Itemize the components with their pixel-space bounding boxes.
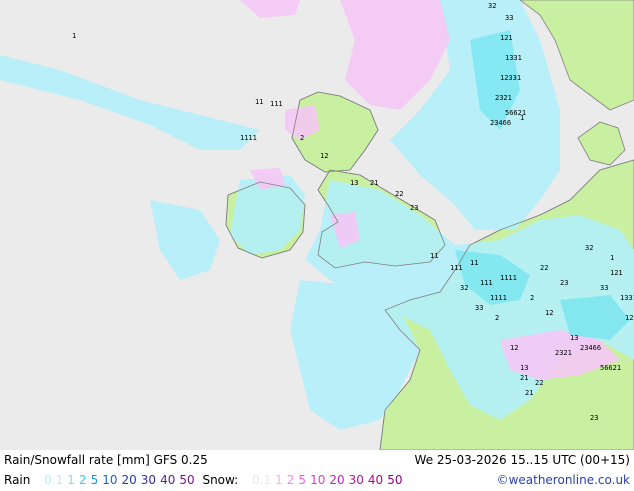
precip-mark: 12 bbox=[545, 309, 553, 317]
precip-mark: 2 bbox=[530, 294, 534, 302]
rain-legend-value: 1 bbox=[67, 473, 75, 487]
precip-mark: 13 bbox=[520, 364, 528, 372]
rain-legend-value: 10 bbox=[102, 473, 118, 487]
snow-legend-value: 1 bbox=[275, 473, 283, 487]
rain-legend-value: 0.1 bbox=[44, 473, 64, 487]
precip-mark: 12 bbox=[320, 152, 328, 160]
credit-link[interactable]: ©weatheronline.co.uk bbox=[497, 473, 630, 487]
precip-mark: 21 bbox=[370, 179, 378, 187]
precip-mark: 23 bbox=[410, 204, 418, 212]
precip-mark: 111 bbox=[480, 279, 493, 287]
rain-legend-label: Rain bbox=[4, 473, 31, 487]
precip-mark: 1111 bbox=[490, 294, 507, 302]
snow-legend-label: Snow: bbox=[202, 473, 239, 487]
precip-mark: 111 bbox=[450, 264, 463, 272]
precip-mark: 12331 bbox=[500, 74, 521, 82]
precip-mark: 56621 bbox=[600, 364, 621, 372]
precip-mark: 22 bbox=[395, 190, 403, 198]
precip-mark: 2 bbox=[300, 134, 304, 142]
rain-legend-value: 40 bbox=[160, 473, 176, 487]
precip-mark: 32 bbox=[488, 2, 496, 10]
precip-mark: 13 bbox=[570, 334, 578, 342]
snow-legend: 0.1 1 2 5 10 20 30 40 50 bbox=[252, 473, 406, 487]
precip-mark: 111 bbox=[270, 100, 283, 108]
precip-mark: 23 bbox=[560, 279, 568, 287]
precip-mark: 33 bbox=[600, 284, 608, 292]
snow-legend-value: 30 bbox=[348, 473, 364, 487]
snow-legend-value: 2 bbox=[286, 473, 295, 487]
map-footer: Rain/Snowfall rate [mm] GFS 0.25 We 25-0… bbox=[0, 450, 634, 490]
rain-legend-value: 5 bbox=[90, 473, 99, 487]
snow-legend-value: 5 bbox=[298, 473, 307, 487]
precip-mark: 23466 bbox=[580, 344, 601, 352]
precip-mark: 11 bbox=[430, 252, 438, 260]
precip-mark: 33 bbox=[505, 14, 513, 22]
precip-mark: 22 bbox=[540, 264, 548, 272]
precip-mark: 1111 bbox=[240, 134, 257, 142]
precip-mark: 23 bbox=[590, 414, 598, 422]
precip-mark: 11 bbox=[255, 98, 263, 106]
snow-legend-value: 0.1 bbox=[252, 473, 272, 487]
snow-legend-value: 50 bbox=[387, 473, 403, 487]
precip-mark: 21 bbox=[525, 389, 533, 397]
precip-mark: 13 bbox=[350, 179, 358, 187]
precip-mark: 1331 bbox=[505, 54, 522, 62]
rain-legend-value: 2 bbox=[78, 473, 87, 487]
precip-mark: 2321 bbox=[555, 349, 572, 357]
precip-mark: 22 bbox=[535, 379, 543, 387]
snow-legend-value: 10 bbox=[310, 473, 326, 487]
precip-mark: 121 bbox=[500, 34, 513, 42]
rain-legend-value: 30 bbox=[140, 473, 157, 487]
weather-map[interactable]: 1 11 111 1111 2 12 13 21 22 23 32 33 121 1331 12331 232… bbox=[0, 0, 634, 450]
precip-mark: 1111 bbox=[500, 274, 517, 282]
precip-mark: 1 bbox=[520, 114, 524, 122]
rain-legend-value: 20 bbox=[121, 473, 137, 487]
precip-mark: 2321 bbox=[495, 94, 512, 102]
precip-mark: 121 bbox=[610, 269, 623, 277]
precip-mark: 12 bbox=[510, 344, 518, 352]
precip-mark: 32 bbox=[460, 284, 468, 292]
footer-legend-row: Rain 0.1 1 2 5 10 20 30 40 50 Snow: 0.1 1 2 5 10 20 30… bbox=[4, 473, 630, 491]
map-datetime: We 25-03-2026 15..15 UTC (00+15) bbox=[414, 453, 630, 467]
precip-mark: 33 bbox=[475, 304, 483, 312]
precip-mark: 1 bbox=[72, 32, 76, 40]
precip-mark: 11 bbox=[470, 259, 478, 267]
rain-legend: 0.1 1 2 5 10 20 30 40 50 bbox=[44, 473, 198, 487]
precip-mark: 32 bbox=[585, 244, 593, 252]
precip-mark: 12331 bbox=[625, 314, 634, 322]
footer-title-row: Rain/Snowfall rate [mm] GFS 0.25 We 25-0… bbox=[4, 453, 630, 471]
precip-mark: 1 bbox=[610, 254, 614, 262]
map-title: Rain/Snowfall rate [mm] GFS 0.25 bbox=[4, 453, 208, 467]
precip-mark: 21 bbox=[520, 374, 528, 382]
snow-legend-value: 20 bbox=[329, 473, 345, 487]
rain-legend-value: 50 bbox=[179, 473, 195, 487]
snow-legend-value: 40 bbox=[367, 473, 384, 487]
precip-mark: 23466 bbox=[490, 119, 511, 127]
map-canvas: 111 1111111 21213 2122233233121133112331232… bbox=[0, 0, 634, 450]
precip-mark: 2 bbox=[495, 314, 499, 322]
precip-mark: 1331 bbox=[620, 294, 634, 302]
